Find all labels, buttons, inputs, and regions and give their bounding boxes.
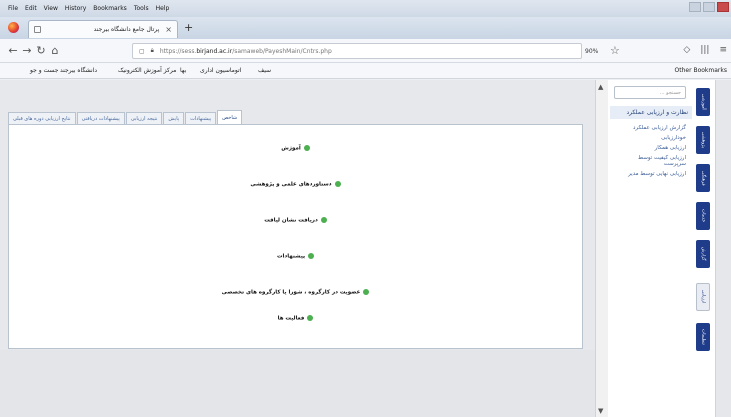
library-icon[interactable]: ||| (700, 45, 709, 55)
status-dot-icon (320, 217, 327, 223)
sidebar-link[interactable]: ارزیابی همکار (610, 143, 692, 153)
minimize-button[interactable] (689, 2, 701, 12)
shield-icon[interactable]: ▢ (139, 48, 145, 55)
page-content: نتایج ارزیابی دوره های قبلی پیشنهادات در… (0, 80, 595, 417)
bookmark-saif[interactable]: سیف (258, 67, 271, 74)
tab-favicon-icon (34, 26, 41, 33)
address-bar[interactable]: ▢ 🔒︎ https://sess.birjand.ac.ir/samaweb/… (132, 43, 582, 59)
tab-monitoring[interactable]: پایش (163, 112, 185, 124)
vtab-evaluation[interactable]: ارزیابی (696, 283, 710, 311)
scroll-down-icon[interactable]: ▼ (598, 407, 603, 415)
page-tabs: نتایج ارزیابی دوره های قبلی پیشنهادات در… (8, 110, 243, 124)
tab-suggestions[interactable]: پیشنهادات (185, 112, 217, 124)
status-dot-icon (334, 181, 341, 187)
nav-bar: ← → ↻ ⌂ ▢ 🔒︎ https://sess.birjand.ac.ir/… (0, 39, 731, 63)
home-icon[interactable]: ⌂ (48, 44, 62, 57)
tab-previous-results[interactable]: نتایج ارزیابی دوره های قبلی (8, 112, 76, 124)
reload-icon[interactable]: ↻ (34, 44, 48, 57)
pocket-icon[interactable]: ◇ (683, 45, 690, 55)
vtab-settings[interactable]: تنظیمات (696, 323, 710, 351)
list-item[interactable]: پیشنهادات (9, 253, 582, 260)
bookmark-birjand[interactable]: دانشگاه بیرجند (60, 67, 97, 74)
vtab-education[interactable]: آموزشی (696, 88, 710, 116)
tab-index[interactable]: شاخص (217, 110, 243, 124)
right-sidebar: ▲ ▼ جستجو ... نظارت و ارزیابی عملکرد گزا… (595, 80, 731, 417)
status-dot-icon (307, 315, 314, 321)
url-text: https://sess.birjand.ac.ir/samaweb/Payes… (160, 48, 332, 55)
vtab-research[interactable]: پژوهشی (696, 126, 710, 154)
menu-items: File Edit View History Bookmarks Tools H… (0, 5, 169, 12)
tab-received-suggestions[interactable]: پیشنهادات دریافتی (76, 112, 125, 124)
url-path: /samaweb/PayeshMain/Cntrs.php (232, 47, 332, 55)
url-prefix: https://sess. (159, 47, 197, 55)
bookmark-automation[interactable]: اتوماسیون اداری (200, 67, 241, 74)
bookmark-star-icon[interactable]: ☆ (610, 44, 620, 57)
list-item[interactable]: دریافت نشان لیاقت (9, 217, 582, 224)
menu-file[interactable]: File (8, 5, 18, 12)
bookmark-search[interactable]: جست و جو (30, 67, 58, 74)
bookmarks-bar: جست و جو دانشگاه بیرجند مرکز آموزش الکتر… (0, 63, 731, 79)
sidebar-menu-head[interactable]: نظارت و ارزیابی عملکرد (610, 106, 692, 119)
sidebar-link[interactable]: خودارزیابی (610, 133, 692, 143)
sidebar-link[interactable]: ارزیابی کیفیت توسط سرپرست (610, 153, 692, 169)
status-dot-icon (308, 253, 315, 259)
bookmark-elearning[interactable]: مرکز آموزش الکترونیک (118, 67, 176, 74)
menu-history[interactable]: History (65, 5, 86, 12)
menu-edit[interactable]: Edit (25, 5, 37, 12)
forward-icon[interactable]: → (20, 44, 34, 57)
menu-bookmarks[interactable]: Bookmarks (93, 5, 127, 12)
sidebar-menu: نظارت و ارزیابی عملکرد گزارش ارزیابی عمل… (610, 106, 692, 179)
tab-evaluation-result[interactable]: نتیجه ارزیابی (125, 112, 163, 124)
sidebar-link[interactable]: ارزیابی نهایی توسط مدیر (610, 169, 692, 179)
list-item[interactable]: آموزش (9, 145, 582, 152)
firefox-icon (8, 22, 19, 33)
page-footer-area (0, 350, 595, 417)
tab-strip: پرتال جامع دانشگاه بیرجند × + (0, 17, 731, 39)
window-controls (689, 2, 729, 12)
index-panel: آموزش دستاوردهای علمی و پژوهشی دریافت نش… (8, 124, 583, 349)
sidebar-link[interactable]: گزارش ارزیابی عملکرد (610, 123, 692, 133)
sidebar-search-input[interactable]: جستجو ... (614, 86, 686, 99)
url-domain: birjand.ac.ir (196, 47, 233, 55)
browser-tab[interactable]: پرتال جامع دانشگاه بیرجند × (28, 20, 178, 38)
tab-title: پرتال جامع دانشگاه بیرجند (93, 26, 160, 33)
menu-bar: File Edit View History Bookmarks Tools H… (0, 0, 731, 17)
maximize-button[interactable] (703, 2, 715, 12)
back-icon[interactable]: ← (6, 44, 20, 57)
list-item[interactable]: دستاوردهای علمی و پژوهشی (9, 181, 582, 188)
menu-help[interactable]: Help (156, 5, 170, 12)
vtab-services[interactable]: خدمات (696, 202, 710, 230)
vtab-report[interactable]: گزارش (696, 240, 710, 268)
toolbar-right: ◇ ||| ≡ (683, 45, 727, 55)
page-scrollbar[interactable]: ▲ ▼ (596, 80, 608, 417)
other-bookmarks[interactable]: Other Bookmarks (675, 67, 727, 74)
list-item[interactable]: فعالیت ها (9, 315, 582, 322)
sidebar-scrollbar[interactable] (715, 80, 731, 417)
new-tab-icon[interactable]: + (184, 21, 193, 34)
bookmark-baha[interactable]: بها (180, 67, 186, 74)
vtab-culture[interactable]: فرهنگی (696, 164, 710, 192)
menu-icon[interactable]: ≡ (719, 45, 727, 55)
menu-tools[interactable]: Tools (134, 5, 149, 12)
scroll-up-icon[interactable]: ▲ (598, 83, 603, 91)
zoom-level[interactable]: 90% (585, 48, 598, 55)
tab-close-icon[interactable]: × (165, 25, 172, 34)
status-dot-icon (363, 289, 370, 295)
menu-view[interactable]: View (44, 5, 58, 12)
status-dot-icon (303, 145, 310, 151)
lock-icon[interactable]: 🔒︎ (151, 47, 154, 55)
list-item[interactable]: عضویت در کارگروه ، شورا یا کارگروه های ت… (9, 289, 582, 296)
close-window-button[interactable] (717, 2, 729, 12)
